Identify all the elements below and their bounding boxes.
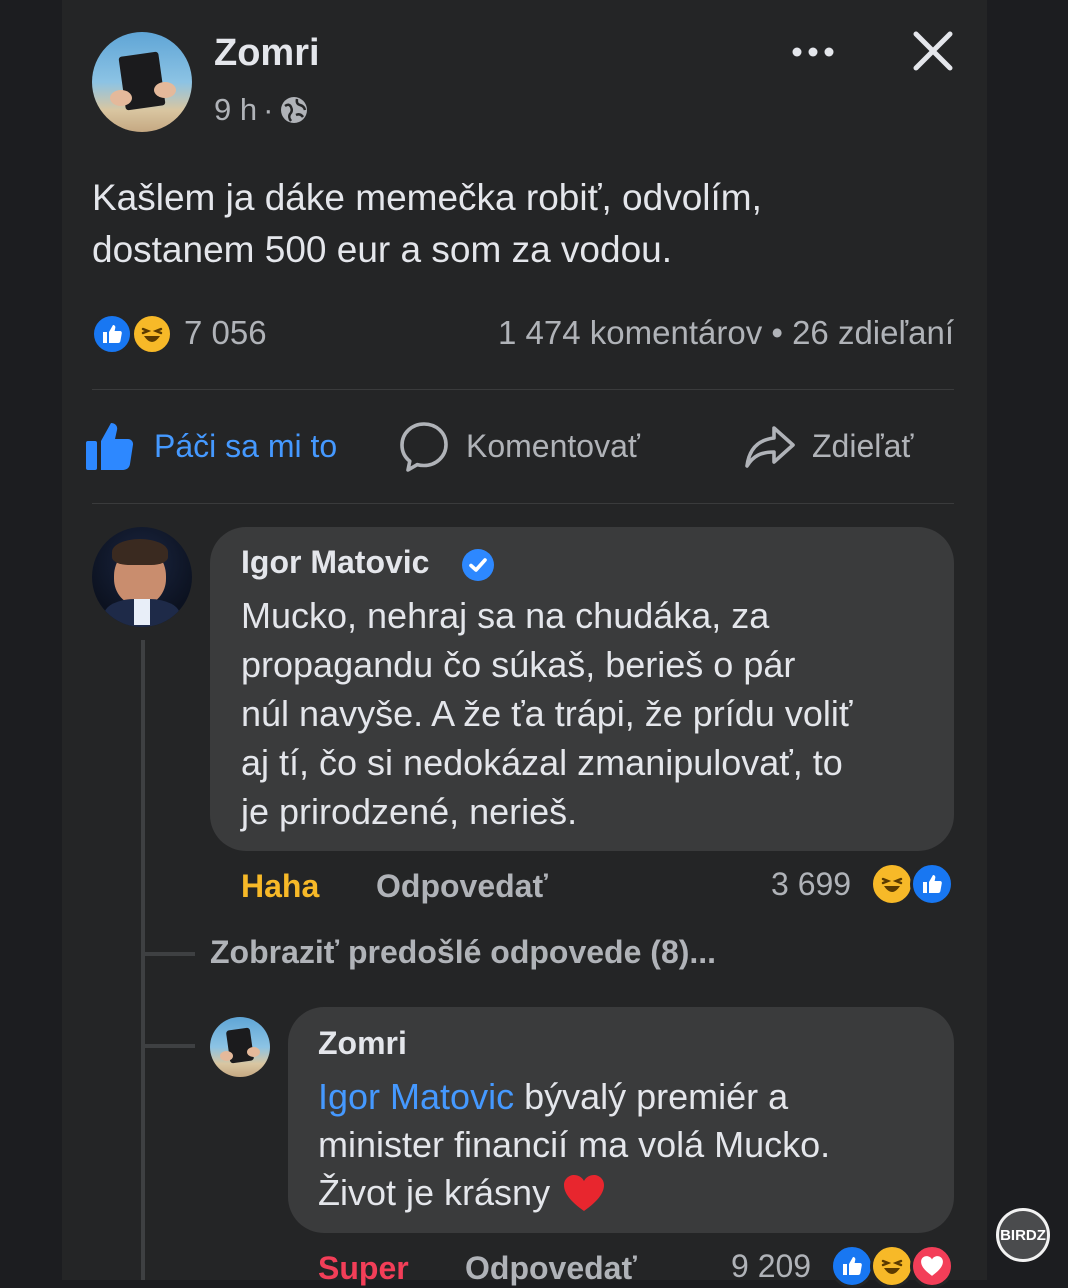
like-button[interactable]: Páči sa mi to — [84, 420, 337, 472]
mention-link[interactable]: Igor Matovic — [318, 1076, 514, 1117]
like-icon — [84, 420, 136, 472]
verified-icon — [462, 549, 494, 581]
author-avatar[interactable] — [92, 32, 192, 132]
reply-text-line: Život je krásny — [318, 1169, 830, 1217]
reply-text-line: Igor Matovic bývalý premiér a — [318, 1073, 830, 1121]
post-time[interactable]: 9 h — [214, 92, 257, 128]
haha-reaction-icon[interactable] — [131, 313, 173, 355]
close-icon[interactable] — [912, 30, 954, 72]
share-icon — [744, 420, 796, 472]
more-icon[interactable] — [790, 40, 836, 64]
like-reaction-icon[interactable] — [91, 313, 133, 355]
comment-author[interactable]: Igor Matovic — [241, 544, 429, 581]
comment-label: Komentovať — [466, 427, 640, 464]
divider — [92, 389, 954, 390]
reply-button[interactable]: Odpovedať — [465, 1250, 637, 1287]
share-label: Zdieľať — [812, 427, 914, 464]
comment-text-line: Mucko, nehraj sa na chudáka, za — [241, 595, 770, 636]
like-reaction-icon — [830, 1244, 874, 1288]
reply-reaction-count[interactable]: 9 209 — [731, 1248, 811, 1285]
post-author[interactable]: Zomri — [214, 32, 320, 75]
haha-reaction-button[interactable]: Haha — [241, 868, 319, 905]
meta-separator: · — [263, 92, 274, 127]
show-previous-replies[interactable]: Zobraziť predošlé odpovede (8)... — [210, 934, 716, 971]
comment-text-line: je prirodzené, nerieš. — [241, 791, 578, 832]
reply-button[interactable]: Odpovedať — [376, 868, 548, 905]
post-text-line: Kašlem ja dáke memečka robiť, odvolím, — [92, 177, 762, 218]
reply-text: Igor Matovic bývalý premiér a minister f… — [318, 1073, 830, 1217]
post-meta: 9 h · — [214, 92, 309, 128]
like-label: Páči sa mi to — [154, 427, 338, 464]
reaction-count[interactable]: 7 056 — [184, 314, 267, 352]
thread-connector — [141, 1044, 195, 1048]
reply-avatar[interactable] — [210, 1017, 270, 1077]
globe-icon — [279, 95, 309, 125]
haha-reaction-icon — [870, 862, 914, 906]
reply-text-fragment: Život je krásny — [318, 1172, 551, 1213]
comment-reaction-count[interactable]: 3 699 — [771, 866, 851, 903]
reply-author[interactable]: Zomri — [318, 1025, 407, 1062]
comment-button[interactable]: Komentovať — [398, 420, 640, 472]
love-reaction-icon — [910, 1244, 954, 1288]
comment-text-line: aj tí, čo si nedokázal zmanipulovať, to — [241, 742, 843, 783]
comment-text-line: propagandu čo súkaš, berieš o pár — [241, 644, 796, 685]
comment-text-line: núl navyše. A že ťa trápi, že prídu voli… — [241, 693, 853, 734]
watermark-badge: BIRDZ — [996, 1208, 1050, 1262]
reply-text-line: minister financií ma volá Mucko. — [318, 1124, 831, 1165]
thread-line — [141, 640, 145, 1280]
post-text: Kašlem ja dáke memečka robiť, odvolím, d… — [92, 172, 762, 276]
thread-connector — [141, 952, 195, 956]
reply-text-fragment: bývalý premiér a — [514, 1076, 789, 1117]
super-reaction-button[interactable]: Super — [318, 1250, 409, 1287]
comment-icon — [398, 420, 450, 472]
commenter-avatar[interactable] — [92, 527, 192, 627]
heart-emoji — [562, 1173, 606, 1213]
like-reaction-icon — [910, 862, 954, 906]
comment-text: Mucko, nehraj sa na chudáka, za propagan… — [241, 591, 852, 836]
divider — [92, 503, 954, 504]
post-text-line: dostanem 500 eur a som za vodou. — [92, 229, 673, 270]
comments-shares-count[interactable]: 1 474 komentárov • 26 zdieľaní — [498, 314, 954, 352]
share-button[interactable]: Zdieľať — [744, 420, 913, 472]
haha-reaction-icon — [870, 1244, 914, 1288]
